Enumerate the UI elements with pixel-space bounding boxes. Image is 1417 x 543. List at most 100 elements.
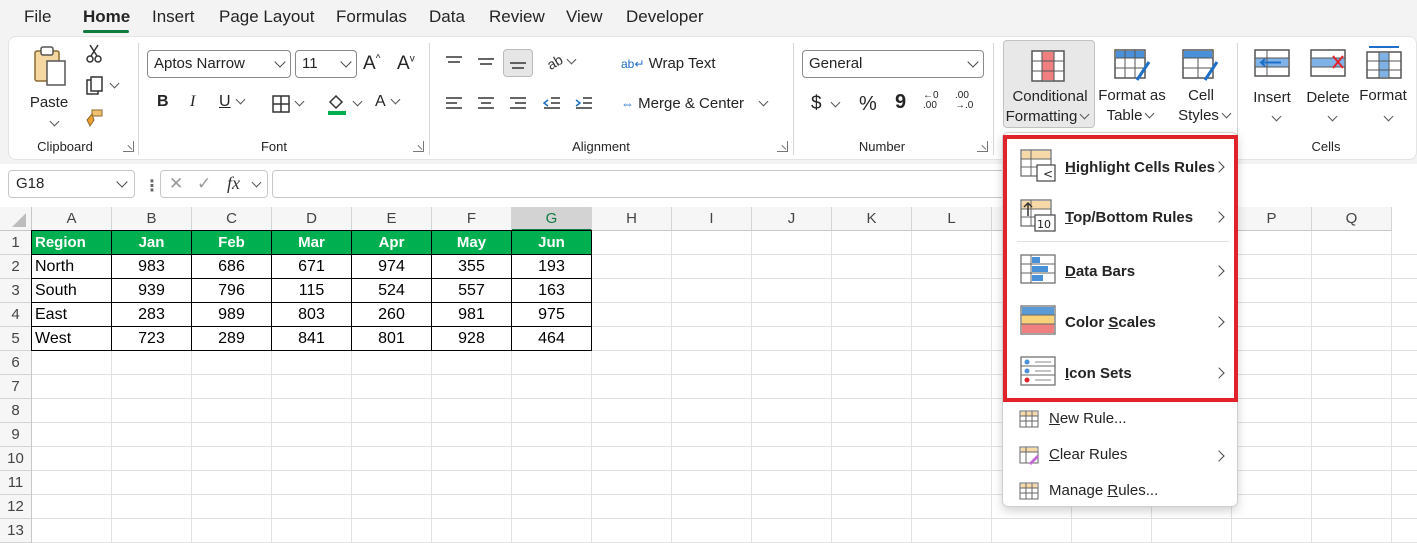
table-cell[interactable]: 557: [431, 278, 512, 303]
number-launcher-icon[interactable]: [977, 141, 988, 152]
comma-style-button[interactable]: 9: [895, 91, 906, 114]
font-size-select[interactable]: 11: [295, 50, 357, 78]
fill-color-icon[interactable]: [323, 91, 363, 117]
insert-cells-button[interactable]: Insert: [1245, 40, 1299, 128]
table-header-cell[interactable]: Apr: [351, 230, 432, 255]
table-header-cell[interactable]: Feb: [191, 230, 272, 255]
row-header[interactable]: 5: [0, 327, 32, 351]
column-header[interactable]: F: [432, 207, 512, 231]
underline-button[interactable]: U: [219, 93, 246, 111]
row-header[interactable]: 2: [0, 255, 32, 279]
table-cell[interactable]: 975: [511, 302, 592, 327]
column-header[interactable]: K: [832, 207, 912, 231]
column-header[interactable]: J: [752, 207, 832, 231]
name-box[interactable]: G18: [8, 170, 135, 198]
align-bottom-icon[interactable]: [503, 49, 533, 77]
row-header[interactable]: 6: [0, 351, 32, 375]
alignment-launcher-icon[interactable]: [777, 141, 788, 152]
align-left-icon[interactable]: [443, 93, 465, 115]
table-header-cell[interactable]: May: [431, 230, 512, 255]
row-header[interactable]: 9: [0, 423, 32, 447]
column-header[interactable]: B: [112, 207, 192, 231]
table-cell[interactable]: 289: [191, 326, 272, 351]
table-cell[interactable]: 981: [431, 302, 512, 327]
table-cell[interactable]: 283: [111, 302, 192, 327]
table-cell[interactable]: 163: [511, 278, 592, 303]
formula-input[interactable]: [272, 170, 1012, 198]
tab-home[interactable]: Home: [83, 7, 130, 27]
bold-button[interactable]: B: [157, 93, 169, 111]
column-header[interactable]: P: [1232, 207, 1312, 231]
row-header[interactable]: 8: [0, 399, 32, 423]
wrap-text-button[interactable]: ab↵ Wrap Text: [621, 55, 716, 72]
table-header-cell[interactable]: Mar: [271, 230, 352, 255]
cell-styles-button[interactable]: Cell Styles: [1171, 40, 1232, 128]
font-launcher-icon[interactable]: [413, 141, 424, 152]
number-format-select[interactable]: General: [802, 50, 984, 78]
currency-button[interactable]: $: [811, 93, 841, 115]
row-header[interactable]: 3: [0, 279, 32, 303]
row-header[interactable]: 13: [0, 519, 32, 543]
row-header[interactable]: 7: [0, 375, 32, 399]
tab-developer[interactable]: Developer: [626, 7, 704, 27]
table-cell[interactable]: East: [31, 302, 112, 327]
tab-file[interactable]: File: [24, 7, 51, 27]
italic-button[interactable]: I: [190, 93, 195, 111]
table-cell[interactable]: 355: [431, 254, 512, 279]
formula-bar-dots-icon[interactable]: ⋮: [144, 176, 160, 196]
insert-function-icon[interactable]: fx: [227, 173, 240, 194]
column-header[interactable]: Q: [1312, 207, 1392, 231]
cut-icon[interactable]: [83, 43, 105, 65]
table-cell[interactable]: 989: [191, 302, 272, 327]
decrease-indent-icon[interactable]: [541, 93, 563, 115]
column-header[interactable]: I: [672, 207, 752, 231]
format-cells-button[interactable]: Format: [1355, 40, 1411, 128]
orientation-icon[interactable]: ab: [541, 51, 581, 73]
menu-item-clear-rules[interactable]: Clear Rules: [1003, 441, 1239, 471]
table-cell[interactable]: 801: [351, 326, 432, 351]
font-name-select[interactable]: Aptos Narrow: [147, 50, 291, 78]
column-header[interactable]: D: [272, 207, 352, 231]
enter-icon[interactable]: ✓: [197, 174, 211, 194]
merge-center-button[interactable]: ⇔ Merge & Center: [621, 95, 769, 112]
table-cell[interactable]: 671: [271, 254, 352, 279]
cancel-icon[interactable]: ✕: [169, 174, 183, 194]
tab-data[interactable]: Data: [429, 7, 465, 27]
table-cell[interactable]: 939: [111, 278, 192, 303]
format-painter-icon[interactable]: [83, 107, 105, 129]
align-right-icon[interactable]: [507, 93, 529, 115]
align-center-icon[interactable]: [475, 93, 497, 115]
tab-page-layout[interactable]: Page Layout: [219, 7, 314, 27]
column-header[interactable]: E: [352, 207, 432, 231]
column-header[interactable]: C: [192, 207, 272, 231]
row-header[interactable]: 1: [0, 231, 32, 255]
column-header[interactable]: G: [512, 207, 592, 231]
delete-cells-button[interactable]: Delete: [1301, 40, 1355, 128]
table-cell[interactable]: 115: [271, 278, 352, 303]
clipboard-launcher-icon[interactable]: [123, 141, 134, 152]
decrease-decimal-icon[interactable]: .00 →.0: [955, 91, 973, 111]
tab-formulas[interactable]: Formulas: [336, 7, 407, 27]
column-header[interactable]: L: [912, 207, 992, 231]
column-header[interactable]: H: [592, 207, 672, 231]
table-cell[interactable]: 686: [191, 254, 272, 279]
tab-insert[interactable]: Insert: [152, 7, 195, 27]
table-cell[interactable]: 983: [111, 254, 192, 279]
menu-item-new-rule[interactable]: New Rule...: [1003, 405, 1239, 435]
decrease-font-icon[interactable]: Av: [397, 53, 415, 75]
table-cell[interactable]: 260: [351, 302, 432, 327]
percent-button[interactable]: %: [859, 93, 877, 116]
increase-decimal-icon[interactable]: ←0.00: [923, 91, 939, 111]
row-header[interactable]: 11: [0, 471, 32, 495]
table-cell[interactable]: 974: [351, 254, 432, 279]
increase-font-icon[interactable]: A^: [363, 53, 380, 75]
column-header[interactable]: A: [32, 207, 112, 231]
tab-view[interactable]: View: [566, 7, 603, 27]
increase-indent-icon[interactable]: [573, 93, 595, 115]
table-cell[interactable]: 723: [111, 326, 192, 351]
table-cell[interactable]: 796: [191, 278, 272, 303]
select-all-corner[interactable]: [0, 207, 32, 231]
table-cell[interactable]: 803: [271, 302, 352, 327]
table-cell[interactable]: 464: [511, 326, 592, 351]
conditional-formatting-button[interactable]: Conditional Formatting: [1003, 40, 1095, 128]
